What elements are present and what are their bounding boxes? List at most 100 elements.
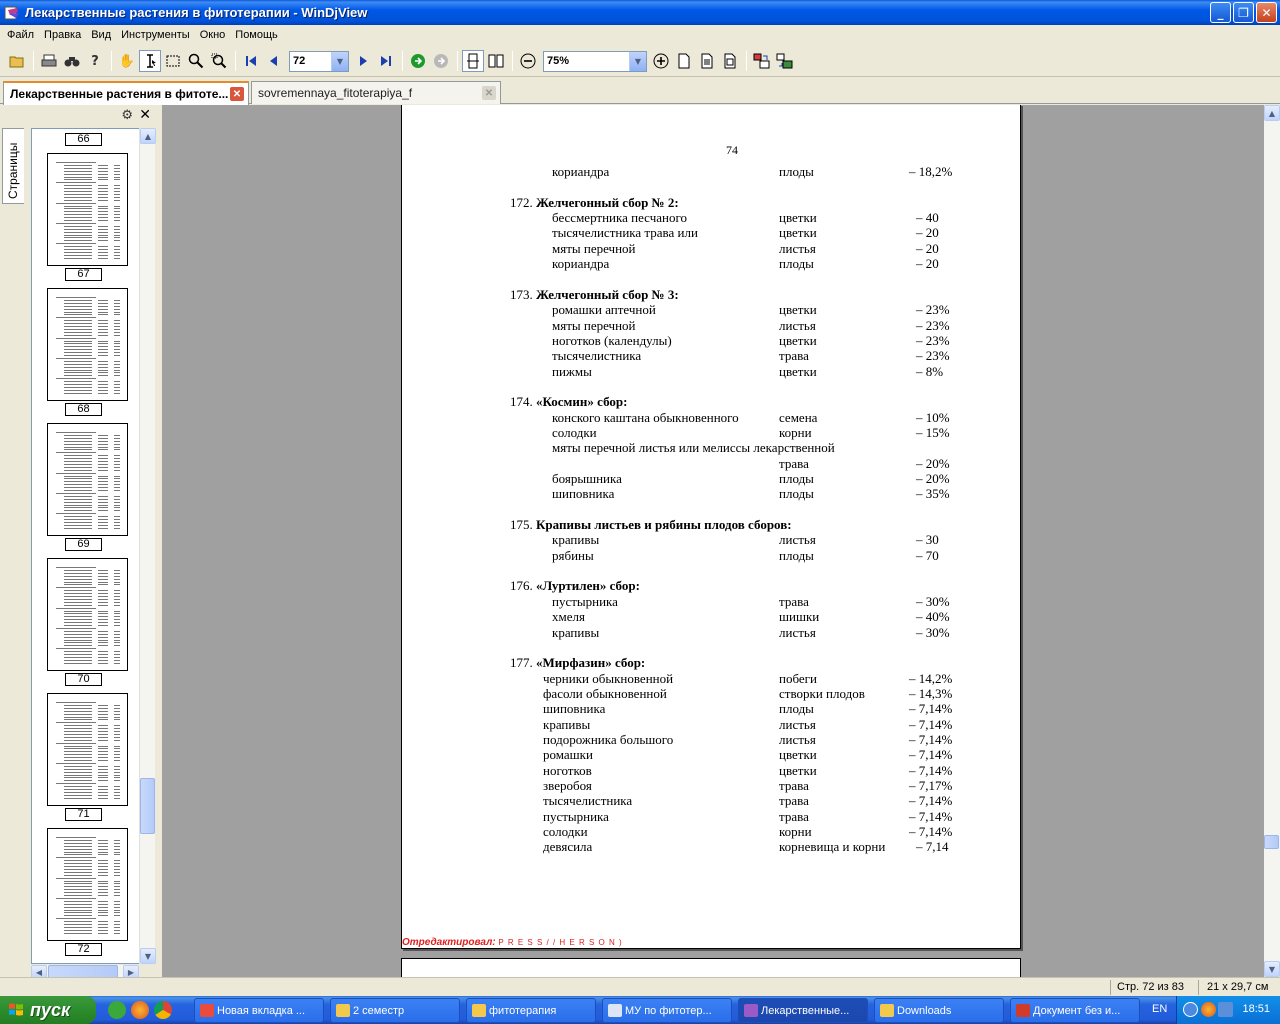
network-icon[interactable] xyxy=(1218,1002,1233,1017)
thumbnail-list[interactable]: 66 67 68 69 70 71 72 xyxy=(31,128,143,964)
close-button[interactable]: ✕ xyxy=(1256,2,1277,23)
close-icon[interactable]: ✕ xyxy=(482,86,496,100)
pages-side-tab[interactable]: Страницы xyxy=(2,128,24,204)
next-document-page[interactable] xyxy=(401,958,1021,977)
scrollbar-thumb[interactable] xyxy=(140,778,155,834)
maximize-button[interactable]: ❐ xyxy=(1233,2,1254,23)
scroll-down-icon[interactable]: ▼ xyxy=(140,948,156,964)
zoom-tool-icon[interactable] xyxy=(185,50,207,72)
menu-window[interactable]: Окно xyxy=(195,29,231,41)
taskbar-task[interactable]: Новая вкладка ... xyxy=(194,998,324,1023)
thumbnail-scrollbar[interactable]: ▲ ▼ xyxy=(139,128,156,964)
menu-file[interactable]: Файл xyxy=(2,29,39,41)
thumbnail-page-number[interactable]: 66 xyxy=(65,133,102,146)
thumbnail-page[interactable] xyxy=(47,153,128,266)
thumbnail-text-line xyxy=(114,481,120,483)
hand-tool-icon[interactable]: ✋ xyxy=(116,50,138,72)
title-bar[interactable]: Лекарственные растения в фитотерапии - W… xyxy=(0,0,1280,25)
page-number-input[interactable] xyxy=(290,55,331,67)
taskbar-task[interactable]: МУ по фитотер... xyxy=(602,998,732,1023)
minimize-button[interactable]: _ xyxy=(1210,2,1231,23)
prev-page-icon[interactable] xyxy=(263,50,285,72)
tab-document-active[interactable]: Лекарственные растения в фитоте... ✕ xyxy=(3,81,249,105)
single-page-icon[interactable] xyxy=(462,50,484,72)
page-number-combo[interactable]: ▼ xyxy=(289,50,349,72)
thumbnail-page[interactable] xyxy=(47,288,128,401)
go-back-icon[interactable] xyxy=(430,50,452,72)
open-folder-icon[interactable] xyxy=(6,50,28,72)
taskbar-task[interactable]: 2 семестр xyxy=(330,998,460,1023)
taskbar-task[interactable]: Downloads xyxy=(874,998,1004,1023)
thumbnail-page-number[interactable]: 68 xyxy=(65,403,102,416)
zoom-input[interactable] xyxy=(544,55,629,67)
thumbnail-text-line xyxy=(98,616,108,618)
tab-document-inactive[interactable]: sovremennaya_fitoterapiya_f ✕ xyxy=(251,81,501,104)
thumbnail-page-number[interactable]: 72 xyxy=(65,943,102,956)
taskbar-task[interactable]: Лекарственные... xyxy=(738,998,868,1023)
scrollbar-thumb[interactable] xyxy=(1264,835,1279,849)
start-button[interactable]: пуск xyxy=(0,996,96,1024)
two-pages-icon[interactable] xyxy=(485,50,507,72)
chevron-down-icon[interactable]: ▼ xyxy=(331,51,348,71)
thumbnail-text-line xyxy=(64,863,92,865)
gear-icon[interactable]: ⚙ xyxy=(121,108,133,123)
scroll-up-icon[interactable]: ▲ xyxy=(140,128,156,144)
document-view[interactable]: 74 Отредактировал: P R E S S / / H E R S… xyxy=(162,105,1264,977)
fit-width-icon[interactable] xyxy=(696,50,718,72)
document-page[interactable]: 74 Отредактировал: P R E S S / / H E R S… xyxy=(401,105,1021,949)
help-icon[interactable]: ? xyxy=(84,50,106,72)
document-scrollbar[interactable]: ▲ ▼ xyxy=(1264,105,1280,977)
chevron-down-icon[interactable]: ▼ xyxy=(629,51,646,71)
actual-size-icon[interactable] xyxy=(719,50,741,72)
print-icon[interactable] xyxy=(38,50,60,72)
menu-tools[interactable]: Инструменты xyxy=(116,29,195,41)
status-divider xyxy=(1110,980,1111,995)
next-page-icon[interactable] xyxy=(352,50,374,72)
thumbnail-page-number[interactable]: 69 xyxy=(65,538,102,551)
first-page-icon[interactable] xyxy=(240,50,262,72)
zoom-combo[interactable]: ▼ xyxy=(543,50,647,72)
thumbnail-page-number[interactable]: 71 xyxy=(65,808,102,821)
close-icon[interactable]: ✕ xyxy=(139,107,151,123)
thumbnail-text-line xyxy=(64,707,92,709)
thumbnail-text-line xyxy=(98,188,108,190)
menu-edit[interactable]: Правка xyxy=(39,29,86,41)
rotate-right-icon[interactable] xyxy=(774,50,796,72)
go-forward-icon[interactable] xyxy=(407,50,429,72)
thumbnail-page[interactable] xyxy=(47,693,128,806)
language-indicator[interactable]: EN xyxy=(1152,1003,1167,1015)
thumbnail-page-number[interactable]: 67 xyxy=(65,268,102,281)
menu-help[interactable]: Помощь xyxy=(230,29,283,41)
thumbnail-page[interactable] xyxy=(47,423,128,536)
thumbnail-text-line xyxy=(64,569,92,571)
close-icon[interactable]: ✕ xyxy=(230,87,244,101)
scroll-down-icon[interactable]: ▼ xyxy=(1264,961,1280,977)
thumbnail-text-line xyxy=(98,469,108,471)
thumbnail-page[interactable] xyxy=(47,828,128,941)
zoom-in-icon[interactable] xyxy=(650,50,672,72)
firefox-icon[interactable] xyxy=(131,1001,149,1019)
tray-app-icon[interactable] xyxy=(1201,1002,1216,1017)
zoom-out-icon[interactable] xyxy=(517,50,539,72)
rect-select-icon[interactable] xyxy=(162,50,184,72)
thumbnail-page-number[interactable]: 70 xyxy=(65,673,102,686)
last-page-icon[interactable] xyxy=(375,50,397,72)
menu-view[interactable]: Вид xyxy=(86,29,116,41)
thumbnail-text-line xyxy=(114,616,120,618)
thumbnail-text-line xyxy=(114,446,120,448)
taskbar-task[interactable]: Документ без и... xyxy=(1010,998,1140,1023)
thumbnail-text-line xyxy=(98,906,108,908)
herb-name: девясила xyxy=(543,839,593,855)
fit-page-icon[interactable] xyxy=(673,50,695,72)
chrome-icon[interactable] xyxy=(154,1001,172,1019)
thumbnail-page[interactable] xyxy=(47,558,128,671)
rotate-left-icon[interactable] xyxy=(751,50,773,72)
thumbnail-text-line xyxy=(64,900,92,902)
taskbar-task[interactable]: фитотерапия xyxy=(466,998,596,1023)
text-select-icon[interactable] xyxy=(139,50,161,72)
zoom-rect-icon[interactable] xyxy=(208,50,230,72)
scroll-up-icon[interactable]: ▲ xyxy=(1264,105,1280,121)
tray-arrow-icon[interactable] xyxy=(1183,1002,1198,1017)
utorrent-icon[interactable] xyxy=(108,1001,126,1019)
find-binoculars-icon[interactable] xyxy=(61,50,83,72)
